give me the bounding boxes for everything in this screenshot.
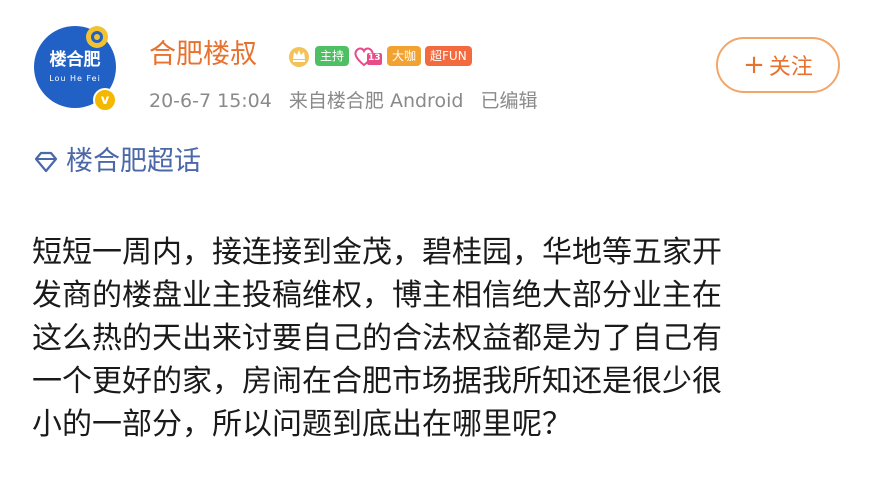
edited-label[interactable]: 已编辑 [480,90,537,112]
user-badges: 主持 13 大咖 超FUN [287,44,472,68]
post-content: 短短一周内，接连接到金茂，碧桂园，华地等五家开 发商的楼盘业主投稿维权，博主相信… [32,231,842,446]
crown-icon [289,47,309,67]
topic-label: 楼合肥超话 [66,146,201,177]
follow-label: 关注 [768,55,813,80]
avatar-subtitle: Lou He Fei [49,74,101,83]
content-line: 这么热的天出来讨要自己的合法权益都是为了自己有 [32,321,722,356]
fun-badge: 超FUN [425,46,472,66]
super-topic-link[interactable]: 楼合肥超话 [32,144,201,180]
level-number: 13 [368,52,381,63]
content-line: 短短一周内，接连接到金茂，碧桂园，华地等五家开 [32,235,722,270]
fan-badge: 大咖 [387,46,422,66]
post-source[interactable]: 来自楼合肥 Android [289,90,464,112]
post-meta: 20-6-7 15:04 来自楼合肥 Android 已编辑 [149,88,548,114]
content-line: 发商的楼盘业主投稿维权，博主相信绝大部分业主在 [32,278,722,313]
level-badge: 13 [353,46,384,67]
weibo-post: 楼合肥 Lou He Fei v 合肥楼叔 主持 13 大咖 超FUN 20-6… [0,0,871,500]
verified-v-icon: v [93,88,117,112]
username[interactable]: 合肥楼叔 [149,38,257,72]
content-line: 小的一部分，所以问题到底出在哪里呢？ [32,407,572,442]
host-badge: 主持 [315,46,350,66]
avatar-name: 楼合肥 [49,50,101,70]
content-line: 一个更好的家，房闹在合肥市场据我所知还是很少很 [32,364,722,399]
avatar-mascot-icon [86,26,108,48]
diamond-icon [34,151,58,173]
plus-icon: + [743,50,765,80]
post-date: 20-6-7 15:04 [149,90,272,112]
follow-button[interactable]: + 关注 [716,37,840,93]
